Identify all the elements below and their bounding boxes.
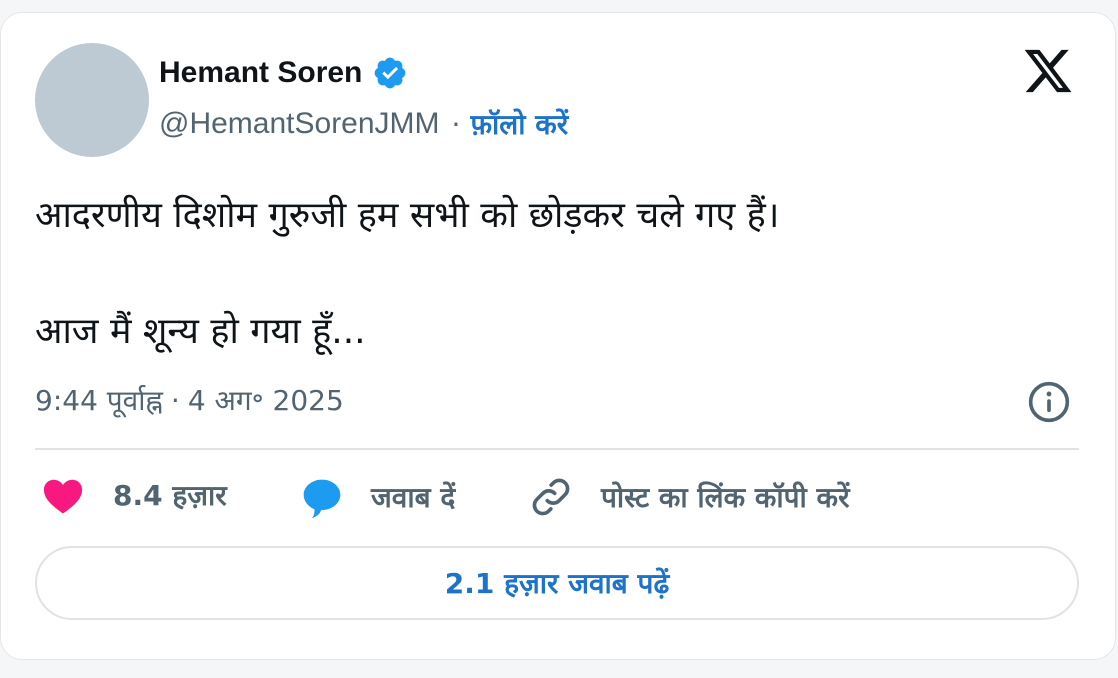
link-icon — [532, 478, 570, 516]
speech-bubble-icon — [303, 479, 341, 519]
tweet-line: आदरणीय दिशोम गुरुजी हम सभी को छोड़कर चले… — [35, 195, 780, 236]
author-name-row: Hemant Soren — [159, 55, 408, 91]
divider — [35, 448, 1079, 450]
tweet-line: आज मैं शून्य हो गया हूँ... — [35, 311, 366, 352]
reply-button[interactable]: जवाब दें — [299, 475, 455, 519]
separator-dot: · — [170, 384, 180, 417]
tweet-time: 9:44 पूर्वाह्न — [35, 384, 163, 417]
follow-button[interactable]: फ़ॉलो करें — [470, 105, 568, 143]
tweet-card: Hemant Soren @HemantSorenJMM · फ़ॉलो करे… — [0, 12, 1116, 660]
tweet-date: 4 अग॰ 2025 — [187, 384, 344, 417]
x-logo-icon[interactable] — [1021, 45, 1075, 97]
reply-label: जवाब दें — [371, 481, 456, 514]
author-handle[interactable]: @HemantSorenJMM — [159, 107, 440, 141]
author-handle-row: @HemantSorenJMM · फ़ॉलो करें — [159, 105, 568, 143]
author-name[interactable]: Hemant Soren — [159, 56, 362, 90]
verified-badge-icon — [375, 57, 406, 89]
separator-dot: · — [451, 107, 461, 141]
tweet-text: आदरणीय दिशोम गुरुजी हम सभी को छोड़कर चले… — [35, 189, 1075, 359]
avatar[interactable] — [35, 43, 149, 157]
tweet-timestamp[interactable]: 9:44 पूर्वाह्न · 4 अग॰ 2025 — [35, 381, 344, 419]
like-button[interactable]: 8.4 हज़ार — [41, 475, 227, 515]
like-count: 8.4 हज़ार — [113, 479, 227, 512]
info-icon[interactable] — [1027, 380, 1071, 424]
read-replies-button[interactable]: 2.1 हज़ार जवाब पढ़ें — [35, 546, 1079, 620]
heart-icon — [43, 479, 83, 514]
copy-link-label: पोस्ट का लिंक कॉपी करें — [601, 481, 850, 514]
copy-link-button[interactable]: पोस्ट का लिंक कॉपी करें — [529, 475, 850, 519]
read-replies-label: 2.1 हज़ार जवाब पढ़ें — [444, 567, 670, 600]
